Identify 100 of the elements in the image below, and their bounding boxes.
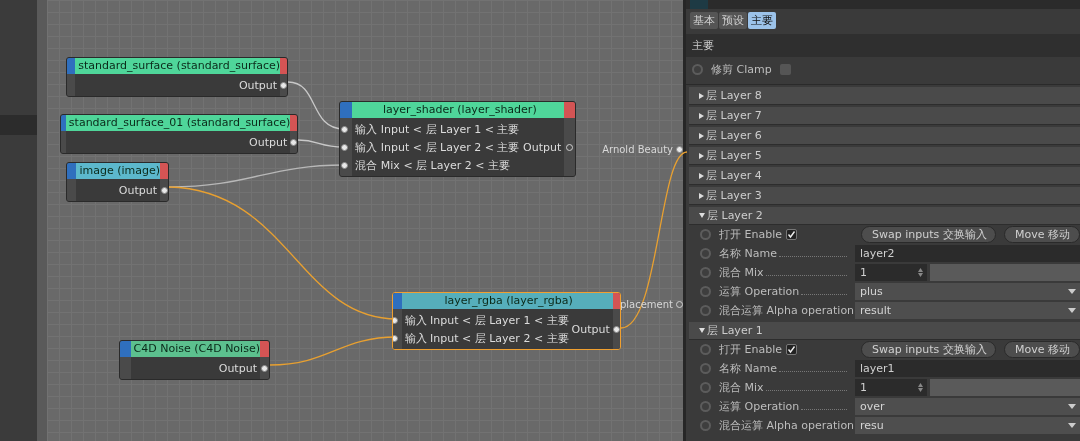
radio-icon[interactable] <box>700 267 711 278</box>
caret-icon[interactable] <box>699 192 704 199</box>
layer-header[interactable]: 层 Layer 7 <box>689 107 1080 125</box>
layer-label: 层 Layer 3 <box>706 188 762 203</box>
field-label: 混合运算 Alpha operation <box>719 303 855 318</box>
enable-checkbox[interactable] <box>785 344 797 355</box>
layer-label: 层 Layer 2 <box>707 208 763 223</box>
shader-node[interactable]: layer_rgba (layer_rgba) 输入 Input < 层 Layer 1 < 主要 输入 Input < 层 Layer 2 < 主要 Output <box>392 292 622 350</box>
node-title: layer_shader (layer_shader) <box>352 102 565 118</box>
port-icon[interactable] <box>160 186 168 194</box>
field-label: 名称 Name <box>719 246 777 261</box>
layer-label: 层 Layer 1 <box>707 323 763 338</box>
operation-dropdown[interactable]: result <box>855 302 1080 319</box>
output-label: Output <box>217 361 257 375</box>
radio-icon[interactable] <box>700 248 711 259</box>
layer-header[interactable]: 层 Layer 2 <box>689 207 1080 225</box>
slider-track[interactable] <box>930 379 1080 396</box>
caret-icon[interactable] <box>699 112 704 119</box>
node-title: standard_surface (standard_surface) <box>75 58 281 74</box>
spinner-icon[interactable] <box>918 268 923 277</box>
caret-icon[interactable] <box>699 213 705 218</box>
shader-node[interactable]: layer_shader (layer_shader) 输入 Input < 层 Layer 1 < 主要 输入 Input < 层 Layer 2 < 主要 混合 Mix < 层 Layer 2 < 主要 Output <box>339 101 577 177</box>
swap-inputs-button[interactable]: Swap inputs 交换输入 <box>861 226 996 243</box>
port-icon[interactable] <box>341 125 349 133</box>
port-icon[interactable] <box>280 81 288 89</box>
node-left-strip <box>67 163 77 201</box>
caret-icon[interactable] <box>699 132 704 139</box>
port-icon[interactable] <box>393 334 398 342</box>
layer-label: 层 Layer 4 <box>706 168 762 183</box>
layer-header[interactable]: 层 Layer 8 <box>689 87 1080 105</box>
clamp-label: 修剪 Clamp <box>711 62 772 77</box>
caret-icon[interactable] <box>699 328 705 333</box>
input-label: 混合 Mix < 层 Layer 2 < 主要 <box>354 157 510 173</box>
field-label: 名称 Name <box>719 361 777 376</box>
output-label: Output <box>522 140 562 154</box>
node-title: image (image) <box>76 163 160 179</box>
enable-checkbox[interactable] <box>785 229 797 240</box>
node-left-strip <box>393 293 402 349</box>
caret-icon[interactable] <box>699 92 704 99</box>
operation-dropdown[interactable]: over <box>855 398 1080 415</box>
field-label: 混合运算 Alpha operation <box>719 418 855 433</box>
move-button[interactable]: Move 移动 <box>1004 226 1080 243</box>
layer-header[interactable]: 层 Layer 1 <box>689 322 1080 340</box>
caret-icon[interactable] <box>699 172 704 179</box>
field-label: 混合 Mix <box>719 265 764 280</box>
port-icon[interactable] <box>290 138 298 146</box>
output-label: Output <box>117 183 157 197</box>
tab[interactable]: 主要 <box>748 12 776 29</box>
operation-dropdown[interactable]: plus <box>855 283 1080 300</box>
spinner-icon[interactable] <box>918 383 923 392</box>
port-icon[interactable] <box>613 325 621 333</box>
radio-icon[interactable] <box>700 382 711 393</box>
radio-icon[interactable] <box>700 344 711 355</box>
node-left-strip <box>120 341 131 379</box>
layer-label: 层 Layer 5 <box>706 148 762 163</box>
radio-icon[interactable] <box>700 229 711 240</box>
node-left-strip <box>67 58 76 96</box>
port-icon[interactable] <box>341 161 349 169</box>
app-icon <box>690 0 708 9</box>
operation-dropdown[interactable]: resu <box>855 417 1080 434</box>
slider-track[interactable] <box>930 264 1080 281</box>
node-title: layer_rgba (layer_rgba) <box>401 293 613 309</box>
input-label: 输入 Input < 层 Layer 1 < 主要 <box>354 121 520 137</box>
tab[interactable]: 预设 <box>719 12 747 29</box>
layer-label: 层 Layer 6 <box>706 128 762 143</box>
output-label: Output <box>237 78 278 92</box>
caret-icon[interactable] <box>699 152 704 159</box>
shader-node[interactable]: standard_surface (standard_surface) Output <box>66 57 289 97</box>
port-icon[interactable] <box>393 316 398 324</box>
mix-field[interactable]: 1 <box>855 264 927 281</box>
swap-inputs-button[interactable]: Swap inputs 交换输入 <box>861 341 996 358</box>
radio-icon[interactable] <box>700 363 711 374</box>
name-field[interactable]: layer1 <box>855 360 1080 377</box>
mix-field[interactable]: 1 <box>855 379 927 396</box>
shader-node[interactable]: standard_surface_01 (standard_surface) Output <box>60 114 299 154</box>
tab[interactable]: 基本 <box>690 12 718 29</box>
name-field[interactable]: layer2 <box>855 245 1080 262</box>
radio-icon[interactable] <box>700 420 711 431</box>
clamp-checkbox[interactable] <box>779 64 791 75</box>
radio-icon[interactable] <box>700 286 711 297</box>
shader-node[interactable]: C4D Noise (C4D Noise) Output <box>119 340 271 380</box>
input-label: 输入 Input < 层 Layer 1 < 主要 <box>403 312 569 328</box>
input-label: 输入 Input < 层 Layer 2 < 主要 <box>403 330 569 346</box>
output-label: Output <box>248 135 288 149</box>
layer-header[interactable]: 层 Layer 4 <box>689 167 1080 185</box>
input-label: 输入 Input < 层 Layer 2 < 主要 <box>354 139 520 155</box>
layer-header[interactable]: 层 Layer 3 <box>689 187 1080 205</box>
shader-node[interactable]: image (image) Output <box>66 162 170 202</box>
layer-header[interactable]: 层 Layer 6 <box>689 127 1080 145</box>
section-header: 主要 <box>686 34 1080 57</box>
radio-icon[interactable] <box>700 305 711 316</box>
layer-header[interactable]: 层 Layer 5 <box>689 147 1080 165</box>
layer-label: 层 Layer 7 <box>706 108 762 123</box>
radio-icon[interactable] <box>700 401 711 412</box>
field-label: 运算 Operation <box>719 399 800 414</box>
layer-label: 层 Layer 8 <box>706 88 762 103</box>
radio-icon[interactable] <box>692 64 703 75</box>
port-icon[interactable] <box>261 364 269 372</box>
port-icon[interactable] <box>341 143 349 151</box>
move-button[interactable]: Move 移动 <box>1004 341 1080 358</box>
